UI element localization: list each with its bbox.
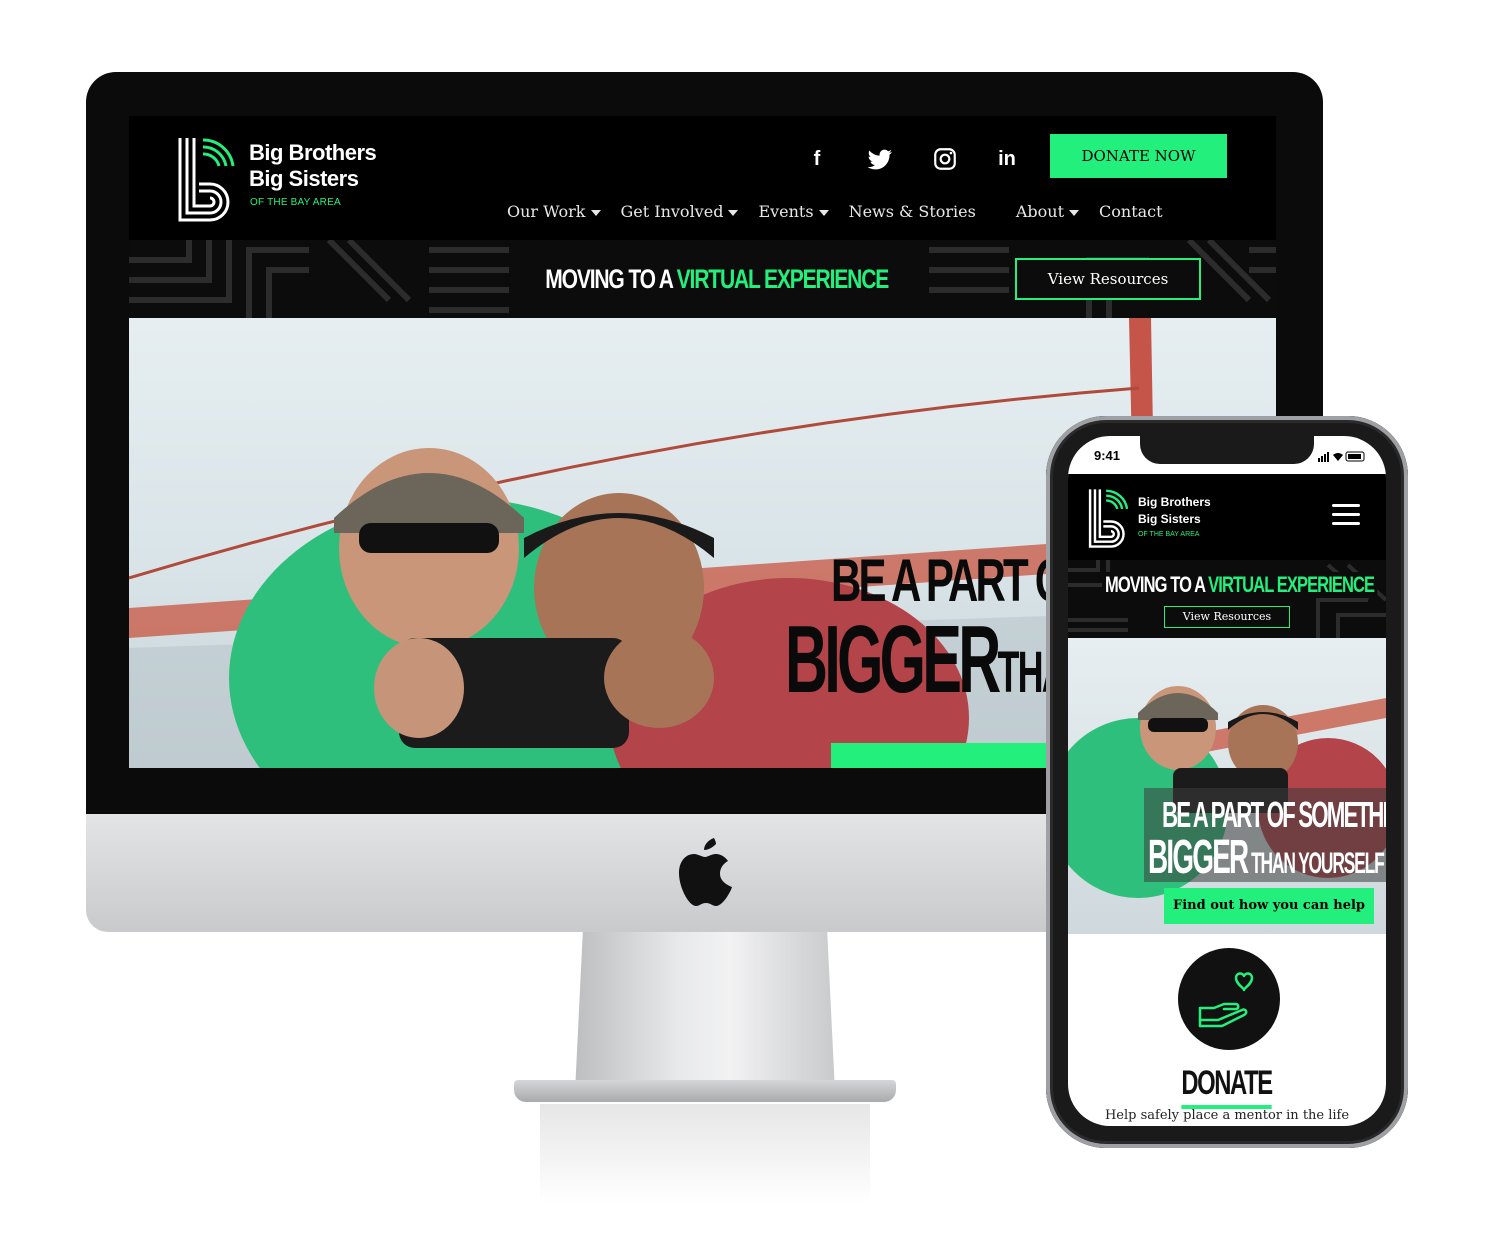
banner-title: MOVING TO A VIRTUAL EXPERIENCE [1102,572,1378,598]
banner-title: MOVING TO A VIRTUAL EXPERIENCE [539,260,895,299]
apple-logo-icon [679,838,732,906]
logo-subtitle: OF THE BAY AREA [250,197,341,208]
donate-heading-text: DONATE [1181,1064,1274,1109]
logo-line1: Big Brothers [249,140,377,165]
hero-bigger: BIGGER [1148,831,1249,884]
hero-headline-line2: BIGGER THAN YOURSELF [1148,831,1385,888]
imac-stand-foot [514,1080,896,1102]
status-bar-icons [1318,451,1365,462]
nav-label: About [1015,202,1065,221]
site-header: Big Brothers Big Sisters OF THE BAY AREA… [129,116,1276,240]
caret-down-icon [1069,209,1080,216]
logo-line2: Big Sisters [1138,512,1201,526]
banner-title-highlight: VIRTUAL EXPERIENCE [676,264,890,294]
twitter-icon[interactable] [867,147,893,173]
bbbs-logo-icon[interactable] [177,136,243,222]
nav-news-stories[interactable]: News & Stories [849,200,976,224]
imac-stand [575,932,835,1092]
mobile-hero: BE A PART OF SOMETHING BIGGER THAN YOURS… [1068,638,1386,934]
view-resources-button[interactable]: View Resources [1164,606,1290,628]
nav-our-work[interactable]: Our Work [507,200,601,224]
mobile-header: Big Brothers Big Sisters OF THE BAY AREA [1068,474,1386,560]
status-time: 9:41 [1094,448,1121,463]
hero-headline-line2: BIGGERTHAN [785,610,1092,723]
main-nav: Our Work Get Involved Events News & Stor… [507,200,1183,224]
nav-label: Get Involved [620,202,724,221]
bbbs-logo-icon[interactable] [1088,487,1134,549]
nav-get-involved[interactable]: Get Involved [621,200,739,224]
donate-now-button[interactable]: DONATE NOW [1050,134,1227,178]
view-resources-button[interactable]: View Resources [1015,258,1201,300]
logo-line1: Big Brothers [1138,495,1211,509]
banner-title-a: MOVING TO A [1105,572,1209,597]
hand-heart-icon [1198,972,1254,1028]
nav-about[interactable]: About [1015,200,1080,224]
donate-heading: DONATE [1068,1064,1386,1109]
caret-down-icon [590,209,601,216]
virtual-experience-banner: MOVING TO A VIRTUAL EXPERIENCE View Reso… [129,240,1276,318]
banner-title-highlight: VIRTUAL EXPERIENCE [1208,572,1375,597]
nav-events[interactable]: Events [758,200,829,224]
instagram-icon[interactable] [932,146,958,172]
nav-contact[interactable]: Contact [1099,200,1163,224]
facebook-icon[interactable]: f [804,146,830,172]
hero-bigger: BIGGER [785,606,1001,713]
find-out-how-button[interactable]: Find out how you can help [1164,888,1374,924]
nav-label: Our Work [507,202,586,221]
nav-label: News & Stories [848,202,976,221]
hero-headline-line1: BE A PART OF SOMETHING [1162,794,1386,835]
donate-description: Help safely place a mentor in the life [1104,1108,1350,1123]
caret-down-icon [728,209,739,216]
logo-subtitle: OF THE BAY AREA [1138,531,1200,538]
logo-line2: Big Sisters [249,166,359,191]
imac-stand-reflection [540,1104,870,1204]
nav-label: Contact [1099,202,1163,221]
nav-label: Events [758,202,814,221]
mobile-virtual-banner: MOVING TO A VIRTUAL EXPERIENCE View Reso… [1068,560,1386,638]
mobile-screen: 9:41 Big Brothers Big Sisters OF THE BAY… [1068,436,1386,1126]
hero-than-yourself: THAN YOURSELF [1247,847,1385,880]
hamburger-menu-icon[interactable] [1332,502,1362,528]
phone-notch [1140,436,1314,464]
banner-title-a: MOVING TO A [545,264,677,294]
linkedin-icon[interactable]: in [994,146,1020,172]
caret-down-icon [818,209,829,216]
